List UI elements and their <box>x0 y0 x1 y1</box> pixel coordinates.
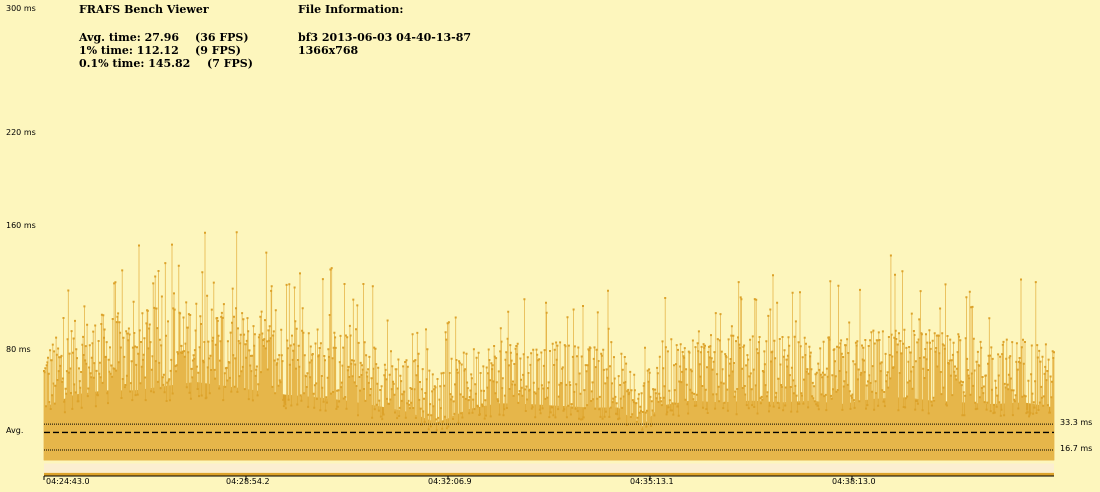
y-tick-label-4: Avg. <box>6 426 24 436</box>
y-tick-label-2: 160 ms <box>6 220 36 230</box>
series-floor-strip <box>44 463 1054 473</box>
reference-label-0: 33.3 ms <box>1060 418 1093 428</box>
frafs-bench-viewer: FRAFS Bench Viewer Avg. time: 27.96 (36 … <box>0 0 1100 492</box>
x-axis <box>43 475 1054 480</box>
reference-label-2: 16.7 ms <box>1060 444 1093 453</box>
x-tick-label-2: 04:32:06.9 <box>428 477 472 486</box>
y-tick-label-3: 80 ms <box>6 345 31 355</box>
frame-time-series <box>43 231 1055 476</box>
x-tick-label-1: 04:28:54.2 <box>226 477 270 486</box>
series-frame-spikes <box>43 232 1055 461</box>
x-tick-label-3: 04:35:13.1 <box>630 477 674 486</box>
x-tick-label-0: 04:24:43.0 <box>46 477 90 486</box>
frame-time-chart <box>43 231 1055 480</box>
y-tick-label-0: 300 ms <box>6 4 36 13</box>
x-tick-label-4: 04:38:13.0 <box>832 477 876 486</box>
y-tick-label-1: 220 ms <box>6 127 36 137</box>
